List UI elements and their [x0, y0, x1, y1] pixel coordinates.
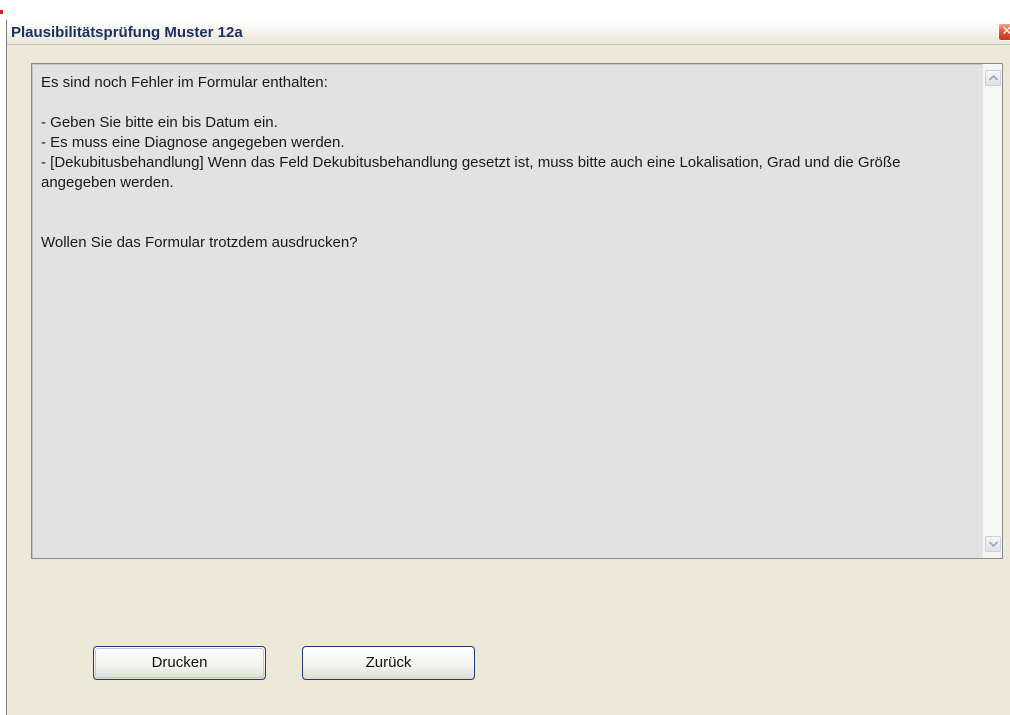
plausibility-dialog: Plausibilitätsprüfung Muster 12a ✕ Es si…	[6, 20, 1010, 715]
message-heading: Es sind noch Fehler im Formular enthalte…	[41, 74, 328, 91]
close-icon[interactable]: ✕	[998, 23, 1010, 41]
error-item: - Geben Sie bitte ein bis Datum ein.	[41, 114, 278, 131]
back-button[interactable]: Zurück	[302, 646, 475, 680]
window-title: Plausibilitätsprüfung Muster 12a	[11, 24, 243, 41]
scroll-up-arrow-icon[interactable]	[985, 70, 1001, 86]
title-bar[interactable]: Plausibilitätsprüfung Muster 12a ✕	[7, 20, 1010, 45]
vertical-scrollbar[interactable]	[982, 64, 1002, 558]
red-marker	[0, 10, 3, 14]
screen: Plausibilitätsprüfung Muster 12a ✕ Es si…	[0, 0, 1010, 715]
message-textarea[interactable]: Es sind noch Fehler im Formular enthalte…	[31, 63, 1003, 559]
print-button[interactable]: Drucken	[93, 646, 266, 680]
error-item: - [Dekubitusbehandlung] Wenn das Feld De…	[41, 154, 901, 191]
error-item: - Es muss eine Diagnose angegeben werden…	[41, 134, 345, 151]
message-content: Es sind noch Fehler im Formular enthalte…	[41, 73, 971, 253]
message-question: Wollen Sie das Formular trotzdem ausdruc…	[41, 234, 358, 251]
scroll-down-arrow-icon[interactable]	[985, 536, 1001, 552]
